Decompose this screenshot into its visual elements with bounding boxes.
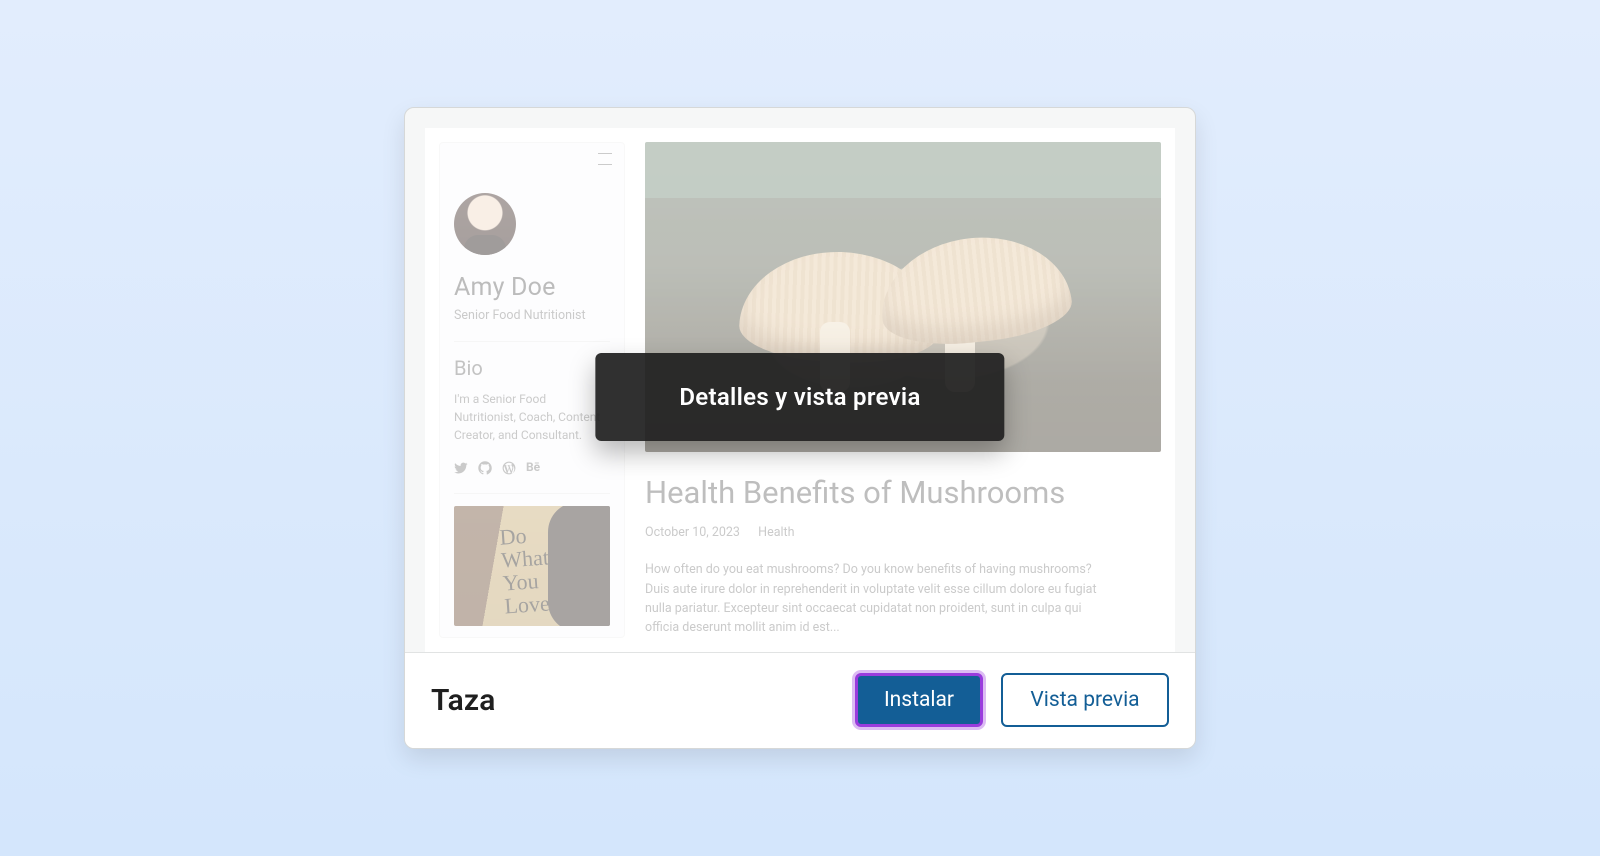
article-summary: How often do you eat mushrooms? Do you k… [645, 560, 1105, 638]
details-preview-tooltip: Detalles y vista previa [595, 353, 1004, 441]
article-date: October 10, 2023 [645, 525, 740, 540]
theme-card-footer: Taza Instalar Vista previa [405, 652, 1195, 748]
github-icon [478, 460, 492, 479]
wordpress-icon [502, 460, 516, 479]
theme-card[interactable]: Amy Doe Senior Food Nutritionist Bio I'm… [404, 107, 1196, 749]
avatar [454, 193, 516, 255]
divider [454, 341, 610, 342]
sidebar-photo: Do What You Love [454, 506, 610, 626]
article-category: Health [758, 525, 794, 540]
social-icons: Bē [454, 460, 610, 479]
script-text: Do What You Love [499, 522, 553, 617]
stage: Amy Doe Senior Food Nutritionist Bio I'm… [0, 0, 1600, 856]
hamburger-icon [598, 153, 612, 165]
profile-name: Amy Doe [454, 273, 610, 302]
bio-heading: Bio [454, 356, 610, 380]
twitter-icon [454, 460, 468, 479]
article-meta: October 10, 2023 Health [645, 525, 1161, 540]
preview-button[interactable]: Vista previa [1001, 673, 1169, 727]
profile-role: Senior Food Nutritionist [454, 308, 610, 323]
bio-text: I'm a Senior Food Nutritionist, Coach, C… [454, 390, 610, 444]
behance-icon: Bē [526, 460, 540, 479]
install-button[interactable]: Instalar [855, 673, 983, 727]
divider [454, 493, 610, 494]
photo-figure [548, 506, 610, 626]
theme-name: Taza [431, 683, 496, 718]
article-title: Health Benefits of Mushrooms [645, 474, 1161, 511]
